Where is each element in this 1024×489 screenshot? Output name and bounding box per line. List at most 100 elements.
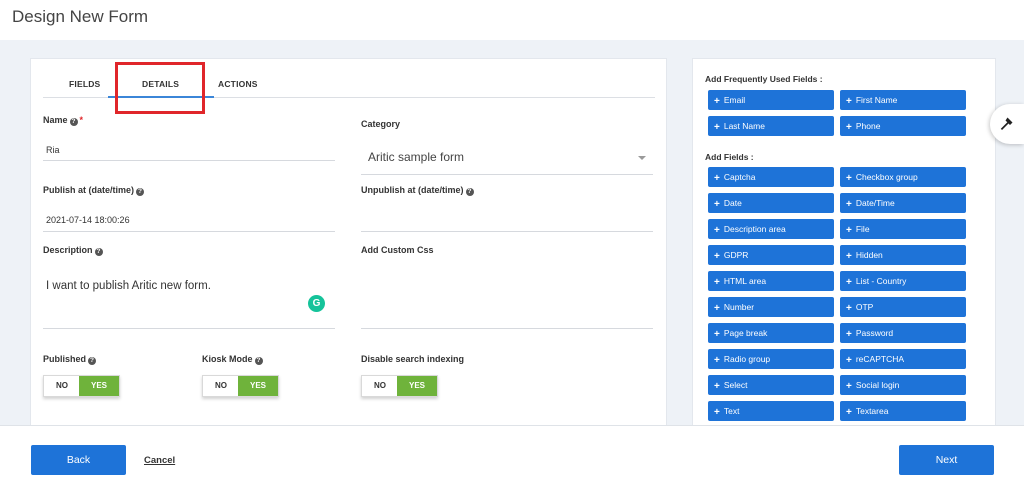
published-toggle-no[interactable]: NO [44,376,80,396]
description-label: Description? [43,245,103,256]
disable-search-indexing-label: Disable search indexing [361,354,465,364]
add-textarea-button[interactable]: + Textarea [840,401,966,421]
add-description-area-button[interactable]: + Description area [708,219,834,239]
add-fields-heading: Add Fields : [705,152,754,162]
plus-icon: + [846,199,852,210]
help-icon: ? [88,357,97,365]
publish-at-underline [43,231,335,232]
chevron-down-icon[interactable] [638,156,646,160]
plus-icon: + [846,173,852,184]
custom-css-underline [361,328,653,329]
add-hidden-button[interactable]: + Hidden [840,245,966,265]
plus-icon: + [714,277,720,288]
add-phone-button[interactable]: + Phone [840,116,966,136]
category-select[interactable]: Aritic sample form [368,150,464,164]
plus-icon: + [846,303,852,314]
help-icon: ? [465,188,474,196]
cancel-link[interactable]: Cancel [144,455,175,466]
page-header: Design New Form [0,0,1024,40]
plus-icon: + [846,381,852,392]
add-last-name-button[interactable]: + Last Name [708,116,834,136]
add-email-button[interactable]: + Email [708,90,834,110]
plus-icon: + [714,355,720,366]
plus-icon: + [846,225,852,236]
plus-icon: + [846,277,852,288]
disable-search-indexing-toggle-no[interactable]: NO [362,376,398,396]
plus-icon: + [714,251,720,262]
kiosk-mode-toggle-yes[interactable]: YES [238,376,278,396]
add-captcha-button[interactable]: + Captcha [708,167,834,187]
description-underline [43,328,335,329]
kiosk-mode-toggle[interactable]: NO YES [202,375,279,397]
next-button[interactable]: Next [899,445,994,475]
plus-icon: + [714,199,720,210]
plus-icon: + [714,329,720,340]
plus-icon: + [714,407,720,418]
add-text-button[interactable]: + Text [708,401,834,421]
tab-actions[interactable]: ACTIONS [218,79,258,89]
add-date-time-button[interactable]: + Date/Time [840,193,966,213]
unpublish-at-label: Unpublish at (date/time)? [361,185,474,196]
name-input[interactable]: Ria [46,145,60,155]
name-input-underline [43,160,335,161]
name-label: Name? * [43,115,84,126]
help-icon: ? [69,118,78,126]
add-file-button[interactable]: + File [840,219,966,239]
disable-search-indexing-toggle[interactable]: NO YES [361,375,438,397]
add-first-name-button[interactable]: + First Name [840,90,966,110]
add-number-button[interactable]: + Number [708,297,834,317]
plus-icon: + [846,122,852,133]
plus-icon: + [714,96,720,107]
floating-tool-button[interactable] [990,104,1024,144]
plus-icon: + [846,251,852,262]
form-details-panel: FIELDS DETAILS ACTIONS Name? * Ria Catego… [30,58,667,425]
kiosk-mode-toggle-no[interactable]: NO [203,376,239,396]
description-textarea[interactable]: I want to publish Aritic new form. [46,280,211,292]
add-select-button[interactable]: + Select [708,375,834,395]
add-social-login-button[interactable]: + Social login [840,375,966,395]
frequent-fields-heading: Add Frequently Used Fields : [705,74,823,84]
tab-bar: FIELDS DETAILS ACTIONS [43,69,655,98]
kiosk-mode-label: Kiosk Mode? [202,354,263,365]
tab-details[interactable]: DETAILS [107,79,215,98]
category-select-underline [361,174,653,175]
add-date-button[interactable]: + Date [708,193,834,213]
add-password-button[interactable]: + Password [840,323,966,343]
plus-icon: + [714,122,720,133]
plus-icon: + [714,173,720,184]
plus-icon: + [714,303,720,314]
plus-icon: + [846,355,852,366]
add-otp-button[interactable]: + OTP [840,297,966,317]
add-recaptcha-button[interactable]: + reCAPTCHA [840,349,966,369]
back-button[interactable]: Back [31,445,126,475]
plus-icon: + [846,329,852,340]
disable-search-indexing-toggle-yes[interactable]: YES [397,376,437,396]
plus-icon: + [714,381,720,392]
custom-css-label: Add Custom Css [361,245,434,255]
required-marker: * [79,115,84,125]
footer-bar: Back Cancel Next [0,425,1024,489]
add-fields-panel: Add Frequently Used Fields : + Email + Fir… [692,58,996,425]
plus-icon: + [846,96,852,107]
published-toggle[interactable]: NO YES [43,375,120,397]
help-icon: ? [254,357,263,365]
add-page-break-button[interactable]: + Page break [708,323,834,343]
plus-icon: + [846,407,852,418]
category-label: Category [361,119,401,129]
plus-icon: + [714,225,720,236]
publish-at-label: Publish at (date/time)? [43,185,145,196]
grammarly-icon[interactable]: G [308,295,325,312]
published-label: Published? [43,354,97,365]
add-html-area-button[interactable]: + HTML area [708,271,834,291]
tab-fields[interactable]: FIELDS [69,79,100,89]
add-list-country-button[interactable]: + List - Country [840,271,966,291]
published-toggle-yes[interactable]: YES [79,376,119,396]
add-gdpr-button[interactable]: + GDPR [708,245,834,265]
page-title: Design New Form [12,7,149,26]
unpublish-at-underline [361,231,653,232]
publish-at-input[interactable]: 2021-07-14 18:00:26 [46,215,130,225]
help-icon: ? [94,248,103,256]
help-icon: ? [136,188,145,196]
add-checkbox-group-button[interactable]: + Checkbox group [840,167,966,187]
add-radio-group-button[interactable]: + Radio group [708,349,834,369]
